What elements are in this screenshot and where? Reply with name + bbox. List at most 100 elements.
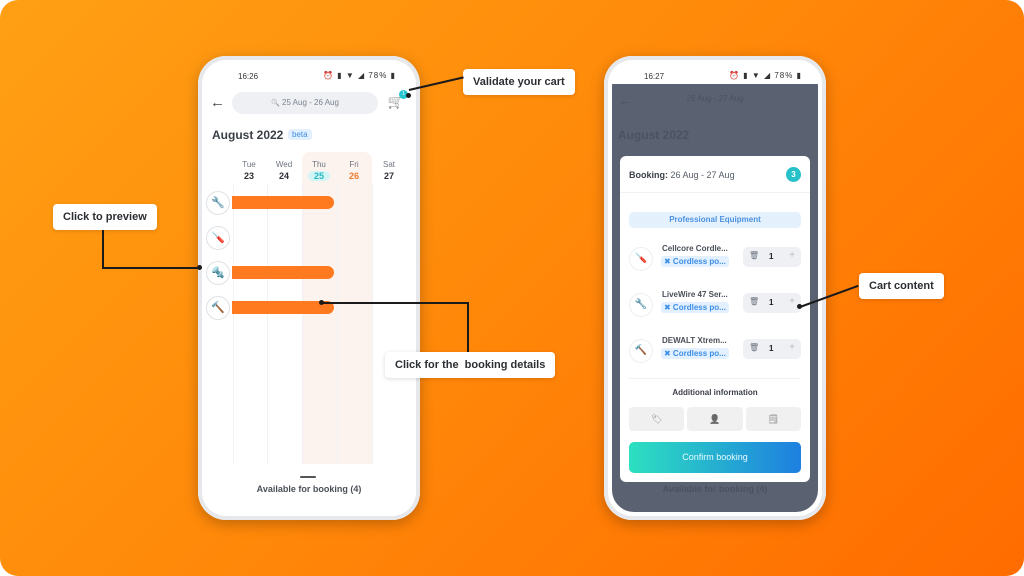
callout-connector (102, 230, 104, 268)
top-bar: ← 🔍 25 Aug - 26 Aug 🛒 1 (206, 90, 412, 116)
day-column-fri[interactable]: Fri 26 (337, 152, 371, 181)
callout-booking-details: Click for the booking details (385, 352, 556, 378)
drag-handle[interactable] (300, 476, 316, 478)
search-dates: 26 Aug - 27 Aug (686, 94, 744, 103)
month-title: August 2022 (618, 128, 690, 142)
plus-icon[interactable]: + (789, 342, 795, 353)
item-thumbnail[interactable]: 🪛 (629, 247, 653, 271)
day-number-selected: 26 (348, 171, 359, 181)
quantity-value: 1 (769, 252, 774, 261)
callout-dot (197, 265, 202, 270)
available-for-booking-label: Available for booking (4) (662, 484, 768, 494)
booking-bar[interactable] (232, 266, 334, 279)
item-thumbnail[interactable]: 🔧 (629, 293, 653, 317)
additional-info-buttons: 🏷 👤 🗒 (629, 407, 801, 431)
item-name: DEWALT Xtrem... (662, 336, 727, 345)
category-header: Professional Equipment (629, 212, 801, 228)
plus-icon[interactable]: + (789, 250, 795, 261)
callout-dot (797, 304, 802, 309)
status-bar: 16:26 ⏰ ▮ ▼ ◢ 78% ▮ (206, 70, 412, 84)
calendar-screen: 16:26 ⏰ ▮ ▼ ◢ 78% ▮ ← 🔍 25 Aug - 26 Aug … (206, 64, 412, 512)
status-time: 16:27 (644, 72, 665, 81)
day-number: 24 (278, 171, 289, 181)
confirm-booking-button[interactable]: Confirm booking (629, 442, 801, 473)
search-dates: 25 Aug - 26 Aug (282, 98, 339, 107)
callout-dot (319, 300, 324, 305)
cart-screen: 16:27 ⏰ ▮ ▼ ◢ 78% ▮ ← 26 Aug - 27 Aug Au… (612, 64, 818, 512)
quantity-value: 1 (769, 298, 774, 307)
divider (629, 378, 801, 379)
item-count-badge: 3 (786, 167, 801, 182)
booking-label: Booking: (629, 170, 668, 180)
booking-dates: 26 Aug - 27 Aug (670, 170, 735, 180)
item-tag: ✖ Cordless po... (661, 256, 729, 267)
calendar-grid: Tue 23 Wed 24 Thu 25 Fri 26 Sat 27 🔧 🪛 🔩… (206, 152, 412, 464)
item-name: LiveWire 47 Ser... (662, 290, 728, 299)
day-of-week: Wed (275, 160, 293, 169)
cart-item[interactable]: 🪛 Cellcore Cordle... ✖ Cordless po... 🗑 … (629, 244, 801, 274)
status-icons: ⏰ ▮ ▼ ◢ 78% ▮ (729, 71, 802, 80)
callout-connector (467, 302, 469, 352)
resource-thumbnail[interactable]: 🔧 (206, 191, 230, 215)
day-of-week: Thu (312, 160, 326, 169)
grid-divider (267, 184, 268, 464)
callout-click-to-preview: Click to preview (53, 204, 157, 230)
item-name: Cellcore Cordle... (662, 244, 728, 253)
item-tag: ✖ Cordless po... (661, 302, 729, 313)
item-thumbnail[interactable]: 🔨 (629, 339, 653, 363)
cart-item[interactable]: 🔨 DEWALT Xtrem... ✖ Cordless po... 🗑 1 + (629, 336, 801, 366)
day-number: 27 (383, 171, 394, 181)
modal-backdrop[interactable]: ← 26 Aug - 27 Aug August 2022 Available … (612, 84, 818, 512)
user-icon[interactable]: 👤 (687, 407, 743, 431)
trash-icon[interactable]: 🗑 (749, 343, 759, 352)
trash-icon[interactable]: 🗑 (749, 251, 759, 260)
phone-calendar-view: 16:26 ⏰ ▮ ▼ ◢ 78% ▮ ← 🔍 25 Aug - 26 Aug … (198, 56, 420, 520)
search-icon: 🔍 (271, 100, 280, 107)
available-for-booking-label[interactable]: Available for booking (4) (206, 484, 412, 494)
quantity-value: 1 (769, 344, 774, 353)
booking-modal: Booking: 26 Aug - 27 Aug 3 Professional … (620, 156, 810, 482)
status-bar: 16:27 ⏰ ▮ ▼ ◢ 78% ▮ (612, 70, 818, 84)
callout-dot (406, 93, 411, 98)
day-number: 23 (243, 171, 254, 181)
grid-divider (372, 184, 373, 464)
resource-thumbnail[interactable]: 🔨 (206, 296, 230, 320)
notes-icon[interactable]: 🗒 (745, 407, 801, 431)
month-title: August 2022 (212, 128, 284, 142)
grid-divider (233, 184, 234, 464)
date-search-field[interactable]: 🔍 25 Aug - 26 Aug (232, 92, 378, 114)
day-column-thu[interactable]: Thu 25 (302, 152, 336, 181)
quantity-stepper: 🗑 1 + (743, 339, 801, 359)
back-arrow-icon[interactable]: ← (210, 94, 225, 111)
divider (620, 192, 810, 193)
day-of-week: Sat (382, 160, 395, 169)
booking-bar[interactable] (232, 196, 334, 209)
additional-information-heading: Additional information (672, 388, 758, 397)
item-tag: ✖ Cordless po... (661, 348, 729, 359)
quantity-stepper: 🗑 1 + (743, 247, 801, 267)
callout-validate-cart: Validate your cart (463, 69, 575, 95)
phone-cart-view: 16:27 ⏰ ▮ ▼ ◢ 78% ▮ ← 26 Aug - 27 Aug Au… (604, 56, 826, 520)
callout-cart-content: Cart content (859, 273, 944, 299)
resource-thumbnail[interactable]: 🔩 (206, 261, 230, 285)
status-time: 16:26 (238, 72, 259, 81)
trash-icon[interactable]: 🗑 (749, 297, 759, 306)
plus-icon[interactable]: + (789, 296, 795, 307)
callout-connector (102, 267, 200, 269)
day-column-tue[interactable]: Tue 23 (232, 152, 266, 181)
grid-divider (302, 184, 303, 464)
day-column-wed[interactable]: Wed 24 (267, 152, 301, 181)
day-column-sat[interactable]: Sat 27 (372, 152, 406, 181)
tag-icon[interactable]: 🏷 (629, 407, 685, 431)
day-number-today: 25 (308, 171, 330, 181)
quantity-stepper: 🗑 1 + (743, 293, 801, 313)
beta-badge: beta (288, 129, 312, 140)
callout-connector (321, 302, 469, 304)
day-of-week: Tue (242, 160, 256, 169)
day-of-week: Fri (349, 160, 359, 169)
grid-divider (337, 184, 338, 464)
booking-title: Booking: 26 Aug - 27 Aug (629, 170, 735, 180)
resource-thumbnail[interactable]: 🪛 (206, 226, 230, 250)
cart-item[interactable]: 🔧 LiveWire 47 Ser... ✖ Cordless po... 🗑 … (629, 290, 801, 320)
status-icons: ⏰ ▮ ▼ ◢ 78% ▮ (323, 71, 396, 80)
